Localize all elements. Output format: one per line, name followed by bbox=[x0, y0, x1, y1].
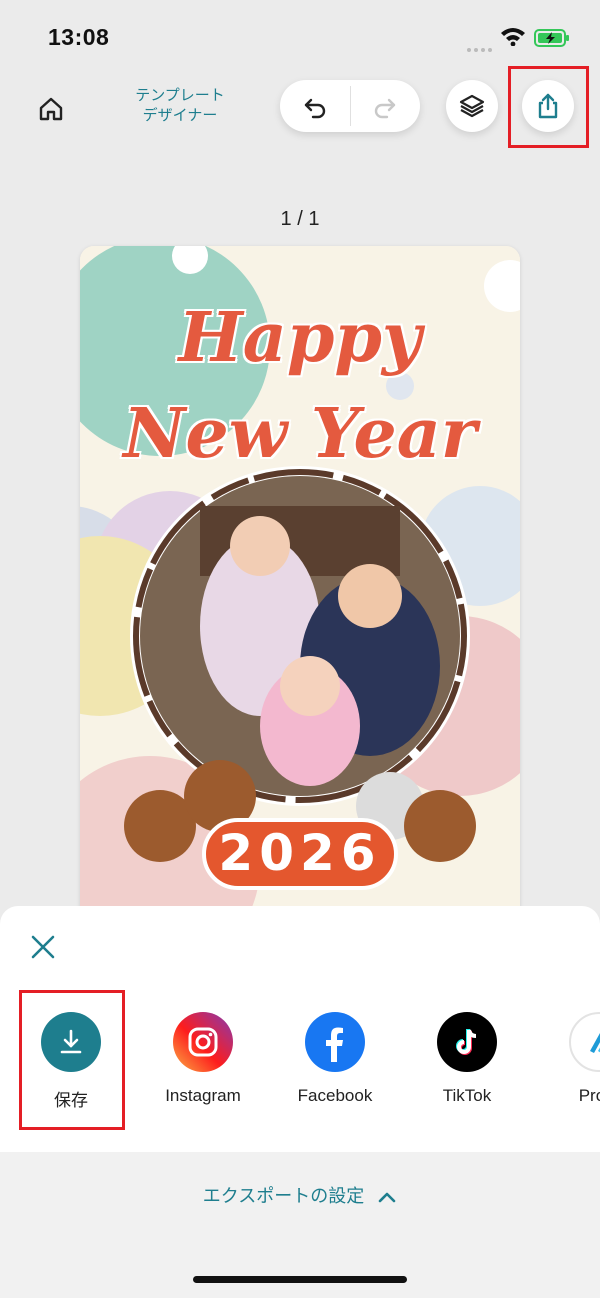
card-preview[interactable]: Happy New Year 2026 bbox=[80, 246, 520, 946]
chevron-up-icon bbox=[378, 1192, 396, 1203]
share-button-highlight bbox=[508, 66, 589, 148]
instagram-icon bbox=[173, 1012, 233, 1072]
battery-icon bbox=[534, 28, 570, 53]
signal-icon bbox=[466, 40, 492, 58]
undo-redo-divider bbox=[350, 86, 351, 126]
facebook-icon bbox=[305, 1012, 365, 1072]
redo-icon bbox=[374, 98, 396, 119]
share-facebook[interactable]: Facebook bbox=[269, 1006, 401, 1106]
undo-icon bbox=[304, 98, 326, 119]
save-highlight bbox=[19, 990, 125, 1130]
app-title: テンプレート デザイナー bbox=[120, 86, 240, 126]
undo-button[interactable] bbox=[280, 80, 350, 132]
share-instagram[interactable]: Instagram bbox=[137, 1006, 269, 1106]
layers-button[interactable] bbox=[446, 80, 498, 132]
tiktok-icon bbox=[437, 1012, 497, 1072]
redo-button[interactable] bbox=[350, 80, 420, 132]
share-tiktok-label: TikTok bbox=[442, 1086, 492, 1105]
undo-redo-group bbox=[280, 80, 420, 132]
share-facebook-label: Facebook bbox=[297, 1086, 373, 1105]
status-bar: 13:08 bbox=[0, 0, 600, 70]
card-title-happy: Happy bbox=[178, 298, 422, 378]
layers-icon bbox=[459, 94, 485, 118]
close-icon bbox=[31, 935, 55, 959]
export-settings-button[interactable]: エクスポートの設定 bbox=[0, 1182, 600, 1208]
share-tiktok[interactable]: TikTok bbox=[401, 1006, 533, 1106]
status-time: 13:08 bbox=[48, 24, 110, 50]
close-button[interactable] bbox=[28, 932, 58, 962]
promeo-icon bbox=[569, 1012, 600, 1072]
app-title-line2: デザイナー bbox=[142, 107, 218, 124]
export-settings-label: エクスポートの設定 bbox=[202, 1186, 365, 1206]
home-icon bbox=[39, 97, 63, 121]
home-button[interactable] bbox=[30, 88, 72, 130]
share-promeo[interactable]: Prom bbox=[533, 1006, 600, 1106]
share-instagram-label: Instagram bbox=[165, 1086, 241, 1105]
card-year-badge: 2026 bbox=[202, 818, 398, 890]
card-title-new-year: New Year bbox=[123, 394, 477, 474]
page-indicator: 1 / 1 bbox=[280, 208, 320, 230]
home-indicator bbox=[193, 1276, 407, 1283]
share-promeo-label: Prom bbox=[578, 1086, 600, 1105]
app-title-line1: テンプレート bbox=[135, 87, 225, 104]
wifi-icon bbox=[500, 26, 526, 51]
